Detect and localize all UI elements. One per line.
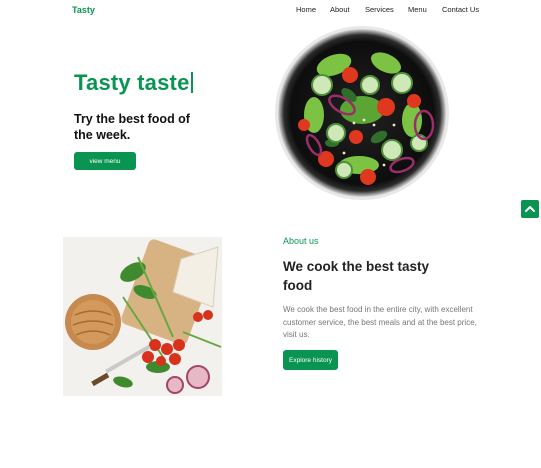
- explore-history-button[interactable]: Explore history: [283, 350, 338, 370]
- navbar: Tasty Home About Services Menu Contact U…: [0, 0, 541, 22]
- view-menu-button[interactable]: view menu: [74, 152, 136, 170]
- nav-link-menu[interactable]: Menu: [408, 5, 427, 14]
- hero-subtitle: Try the best food of the week.: [74, 112, 190, 142]
- typing-caret: [190, 72, 193, 93]
- chevron-up-icon: [525, 206, 535, 212]
- hero-title-text: Tasty taste: [74, 70, 190, 95]
- about-title: We cook the best tasty food: [283, 259, 430, 293]
- about-label: About us: [283, 236, 319, 246]
- site-logo[interactable]: Tasty: [72, 5, 95, 15]
- nav-link-home[interactable]: Home: [296, 5, 316, 14]
- about-description: We cook the best food in the entire city…: [283, 305, 477, 339]
- nav-link-about[interactable]: About: [330, 5, 350, 14]
- about-food-image: [63, 237, 222, 396]
- scroll-to-top-button[interactable]: [521, 200, 539, 218]
- hero-title: Tasty taste: [74, 70, 193, 96]
- nav-link-services[interactable]: Services: [365, 5, 394, 14]
- nav-link-contact[interactable]: Contact Us: [442, 5, 479, 14]
- salad-plate-image: [274, 25, 450, 201]
